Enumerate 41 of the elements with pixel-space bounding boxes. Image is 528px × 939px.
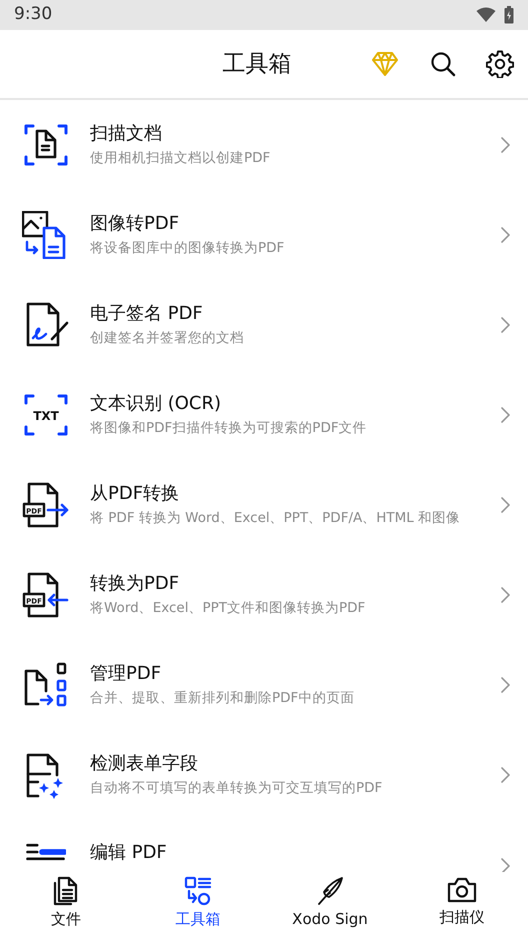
chevron-right-icon: [501, 497, 510, 513]
chevron-right-icon: [501, 677, 510, 693]
tool-title: 转换为PDF: [90, 573, 180, 595]
nav-tab[interactable]: 文件: [0, 872, 132, 939]
page-title: 工具箱: [222, 50, 292, 79]
chevron-right-icon: [501, 767, 510, 783]
search-icon[interactable]: [430, 51, 456, 77]
tool-title: 电子签名 PDF: [90, 303, 204, 325]
nav-tab[interactable]: Xodo Sign: [264, 872, 396, 939]
camera-icon: [447, 876, 477, 904]
tool-title: 从PDF转换: [90, 483, 180, 505]
tool-description: 使用相机扫描文档以创建PDF: [90, 148, 272, 167]
chevron-right-icon: [501, 587, 510, 603]
tools-icon: [184, 876, 212, 906]
nav-tab[interactable]: 工具箱: [132, 872, 264, 939]
tool-title: 文本识别 (OCR): [90, 393, 222, 415]
tool-title: 图像转PDF: [90, 213, 180, 235]
tool-description: 将 PDF 转换为 Word、Excel、PPT、PDF/A、HTML 和图像: [90, 508, 462, 527]
feather-pen-icon: [315, 876, 345, 906]
tool-title: 扫描文档: [90, 123, 163, 145]
chevron-right-icon: [501, 407, 510, 423]
nav-tab[interactable]: 扫描仪: [396, 872, 528, 939]
battery-icon: [504, 6, 514, 24]
chevron-right-icon: [501, 137, 510, 153]
settings-icon[interactable]: [486, 50, 514, 78]
wifi-icon: [476, 7, 496, 23]
tool-description: 将设备图库中的图像转换为PDF: [90, 238, 286, 257]
tool-description: 将Word、Excel、PPT文件和图像转换为PDF: [90, 598, 366, 617]
clock-text: 9:30: [14, 3, 52, 26]
chevron-right-icon: [501, 227, 510, 243]
chevron-right-icon: [501, 317, 510, 333]
files-icon: [52, 876, 80, 906]
tool-title: 检测表单字段: [90, 753, 199, 775]
tool-description: 自动将不可填写的表单转换为可交互填写的PDF: [90, 778, 384, 797]
tool-title: 管理PDF: [90, 663, 162, 685]
chevron-right-icon: [501, 858, 510, 874]
tool-description: 合并、提取、重新排列和删除PDF中的页面: [90, 688, 356, 707]
tool-description: 创建签名并签署您的文档: [90, 328, 245, 347]
tool-title: 编辑 PDF: [90, 842, 168, 864]
tool-description: 将图像和PDF扫描件转换为可搜索的PDF文件: [90, 418, 368, 437]
edit-lines-icon: [26, 842, 66, 862]
